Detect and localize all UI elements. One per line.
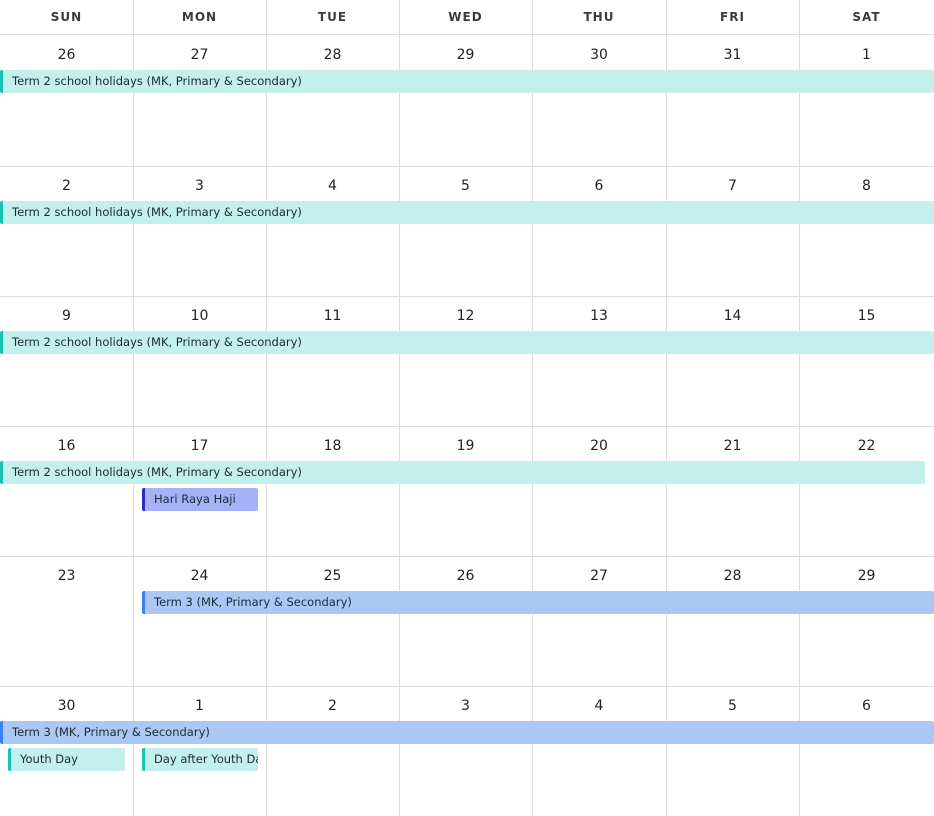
day-number[interactable]: 13 [532, 306, 666, 326]
day-number[interactable]: 3 [133, 176, 266, 196]
day-number[interactable]: 7 [666, 176, 799, 196]
day-number[interactable]: 26 [0, 45, 133, 65]
event-teal[interactable]: Term 2 school holidays (MK, Primary & Se… [0, 331, 934, 354]
day-number[interactable]: 20 [532, 436, 666, 456]
event-teal[interactable]: Term 2 school holidays (MK, Primary & Se… [0, 201, 934, 224]
day-number[interactable]: 1 [133, 696, 266, 716]
day-number[interactable]: 14 [666, 306, 799, 326]
day-number[interactable]: 19 [399, 436, 532, 456]
day-number[interactable]: 4 [266, 176, 399, 196]
day-number[interactable]: 18 [266, 436, 399, 456]
day-number[interactable]: 4 [532, 696, 666, 716]
day-number[interactable]: 26 [399, 566, 532, 586]
day-number[interactable]: 23 [0, 566, 133, 586]
day-number[interactable]: 22 [799, 436, 934, 456]
weekday-sun: SUN [50, 10, 83, 24]
day-number[interactable]: 24 [133, 566, 266, 586]
event-teal[interactable]: Youth Day [8, 748, 125, 771]
day-number[interactable]: 12 [399, 306, 532, 326]
weekday-thu: THU [583, 10, 615, 24]
weekday-wed: WED [448, 10, 483, 24]
day-number[interactable]: 29 [799, 566, 934, 586]
day-number[interactable]: 16 [0, 436, 133, 456]
weekday-header: SUN MON TUE WED THU FRI SAT [0, 0, 934, 35]
month-calendar: SUN MON TUE WED THU FRI SAT 26 27 28 29 30 31 1 Term … [0, 0, 934, 816]
day-number[interactable]: 5 [399, 176, 532, 196]
day-number[interactable]: 8 [799, 176, 934, 196]
day-number[interactable]: 27 [133, 45, 266, 65]
day-number[interactable]: 10 [133, 306, 266, 326]
day-number[interactable]: 28 [266, 45, 399, 65]
day-number[interactable]: 25 [266, 566, 399, 586]
event-purple[interactable]: Hari Raya Haji [142, 488, 258, 511]
event-blue[interactable]: Term 3 (MK, Primary & Secondary) [0, 721, 934, 744]
day-number[interactable]: 15 [799, 306, 934, 326]
event-teal[interactable]: Term 2 school holidays (MK, Primary & Se… [0, 461, 925, 484]
day-number[interactable]: 9 [0, 306, 133, 326]
day-number[interactable]: 3 [399, 696, 532, 716]
day-number[interactable]: 30 [0, 696, 133, 716]
day-number[interactable]: 5 [666, 696, 799, 716]
day-number[interactable]: 2 [266, 696, 399, 716]
day-number[interactable]: 6 [799, 696, 934, 716]
weekday-sat: SAT [852, 10, 881, 24]
event-teal[interactable]: Term 2 school holidays (MK, Primary & Se… [0, 70, 934, 93]
day-number[interactable]: 11 [266, 306, 399, 326]
day-number[interactable]: 27 [532, 566, 666, 586]
day-number[interactable]: 28 [666, 566, 799, 586]
weekday-tue: TUE [317, 10, 348, 24]
day-number[interactable]: 1 [799, 45, 934, 65]
event-teal[interactable]: Day after Youth Day [142, 748, 258, 771]
day-number[interactable]: 2 [0, 176, 133, 196]
day-number[interactable]: 6 [532, 176, 666, 196]
weekday-mon: MON [181, 10, 218, 24]
day-number[interactable]: 29 [399, 45, 532, 65]
day-number[interactable]: 21 [666, 436, 799, 456]
day-number[interactable]: 30 [532, 45, 666, 65]
day-number[interactable]: 31 [666, 45, 799, 65]
weekday-fri: FRI [720, 10, 745, 24]
day-number[interactable]: 17 [133, 436, 266, 456]
event-blue[interactable]: Term 3 (MK, Primary & Secondary) [142, 591, 934, 614]
